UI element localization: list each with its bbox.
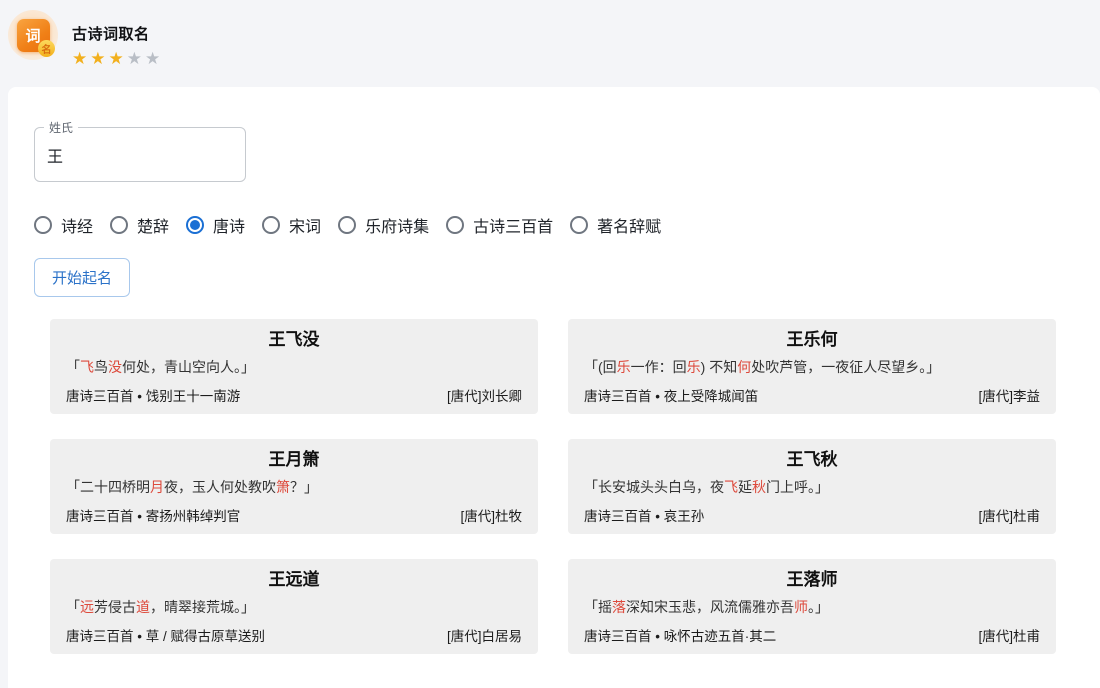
results-grid: 王飞没「飞鸟没何处，青山空向人。」唐诗三百首 • 饯别王十一南游[唐代]刘长卿王…: [8, 319, 1100, 654]
highlighted-name-char: 何: [737, 359, 751, 375]
name-card: 王月箫「二十四桥明月夜，玉人何处教吹箫？」唐诗三百首 • 寄扬州韩绰判官 [唐代]…: [50, 439, 538, 534]
main-panel: 姓氏 诗经 楚辞 唐诗 宋词 乐府诗集 古诗三百首 著名辞赋 开始起名 王飞没「飞鸟没何处，…: [8, 87, 1100, 688]
radio-selected-icon: [186, 216, 204, 234]
poem-source: 唐诗三百首 • 哀王孙: [584, 507, 704, 526]
radio-unselected-icon: [338, 216, 356, 234]
radio-label: 楚辞: [137, 213, 169, 237]
highlighted-name-char: 远: [80, 599, 94, 615]
radio-unselected-icon: [262, 216, 280, 234]
generated-name: 王落师: [584, 569, 1040, 591]
radio-label: 古诗三百首: [473, 213, 553, 237]
name-card: 王乐何「(回乐一作：回乐) 不知何处吹芦管，一夜征人尽望乡。」唐诗三百首 • 夜…: [568, 319, 1056, 414]
highlighted-name-char: 飞: [80, 359, 94, 375]
radio-category-3[interactable]: 宋词: [262, 213, 321, 237]
radio-unselected-icon: [570, 216, 588, 234]
poem-author: [唐代]杜甫: [978, 507, 1040, 526]
poem-author: [唐代]杜牧: [460, 507, 522, 526]
card-footer: 唐诗三百首 • 夜上受降城闻笛 [唐代]李益: [584, 387, 1040, 406]
radio-label: 乐府诗集: [365, 213, 429, 237]
generated-name: 王月箫: [66, 449, 522, 471]
highlighted-name-char: 箫: [276, 479, 290, 495]
highlighted-name-char: 乐: [687, 359, 701, 375]
radio-label: 宋词: [289, 213, 321, 237]
poem-quote: 「(回乐一作：回乐) 不知何处吹芦管，一夜征人尽望乡。」: [584, 357, 1040, 377]
category-radio-group: 诗经 楚辞 唐诗 宋词 乐府诗集 古诗三百首 著名辞赋: [34, 213, 1100, 237]
poem-author: [唐代]杜甫: [978, 627, 1040, 646]
poem-quote: 「远芳侵古道，晴翠接荒城。」: [66, 597, 522, 617]
poem-quote: 「长安城头头白乌，夜飞延秋门上呼。」: [584, 477, 1040, 497]
surname-field-label: 姓氏: [44, 119, 78, 136]
radio-category-4[interactable]: 乐府诗集: [338, 213, 429, 237]
poem-source: 唐诗三百首 • 夜上受降城闻笛: [584, 387, 758, 406]
star-filled-icon[interactable]: ★: [72, 49, 90, 68]
poem-author: [唐代]李益: [978, 387, 1040, 406]
card-footer: 唐诗三百首 • 饯别王十一南游 [唐代]刘长卿: [66, 387, 522, 406]
poem-source: 唐诗三百首 • 饯别王十一南游: [66, 387, 240, 406]
highlighted-name-char: 道: [136, 599, 150, 615]
card-footer: 唐诗三百首 • 草 / 赋得古原草送别 [唐代]白居易: [66, 627, 522, 646]
radio-unselected-icon: [34, 216, 52, 234]
highlighted-name-char: 乐: [617, 359, 631, 375]
radio-unselected-icon: [110, 216, 128, 234]
highlighted-name-char: 月: [150, 479, 164, 495]
radio-category-1[interactable]: 楚辞: [110, 213, 169, 237]
logo-badge-glyph: 名: [38, 40, 55, 57]
poem-source: 唐诗三百首 • 寄扬州韩绰判官: [66, 507, 240, 526]
star-filled-icon[interactable]: ★: [109, 49, 127, 68]
app-header: 词 名 古诗词取名 ★★★★★: [0, 0, 1100, 87]
name-card: 王远道「远芳侵古道，晴翠接荒城。」唐诗三百首 • 草 / 赋得古原草送别 [唐代]…: [50, 559, 538, 654]
app-logo-icon: 词 名: [8, 10, 58, 60]
poem-quote: 「二十四桥明月夜，玉人何处教吹箫？」: [66, 477, 522, 497]
poem-source: 唐诗三百首 • 草 / 赋得古原草送别: [66, 627, 265, 646]
radio-category-5[interactable]: 古诗三百首: [446, 213, 553, 237]
start-naming-button[interactable]: 开始起名: [34, 258, 130, 297]
generated-name: 王远道: [66, 569, 522, 591]
star-empty-icon[interactable]: ★: [127, 49, 145, 68]
star-filled-icon[interactable]: ★: [90, 49, 108, 68]
name-card: 王飞没「飞鸟没何处，青山空向人。」唐诗三百首 • 饯别王十一南游 [唐代]刘长卿: [50, 319, 538, 414]
radio-unselected-icon: [446, 216, 464, 234]
radio-label: 诗经: [61, 213, 93, 237]
name-card: 王飞秋「长安城头头白乌，夜飞延秋门上呼。」唐诗三百首 • 哀王孙 [唐代]杜甫: [568, 439, 1056, 534]
poem-quote: 「飞鸟没何处，青山空向人。」: [66, 357, 522, 377]
page-title: 古诗词取名: [72, 23, 163, 44]
highlighted-name-char: 没: [108, 359, 122, 375]
generated-name: 王飞没: [66, 329, 522, 351]
radio-category-2[interactable]: 唐诗: [186, 213, 245, 237]
card-footer: 唐诗三百首 • 寄扬州韩绰判官 [唐代]杜牧: [66, 507, 522, 526]
radio-label: 唐诗: [213, 213, 245, 237]
highlighted-name-char: 师: [794, 599, 808, 615]
highlighted-name-char: 飞: [724, 479, 738, 495]
radio-category-6[interactable]: 著名辞赋: [570, 213, 661, 237]
surname-field-wrap: 姓氏: [34, 127, 246, 182]
poem-quote: 「摇落深知宋玉悲，风流儒雅亦吾师。」: [584, 597, 1040, 617]
radio-label: 著名辞赋: [597, 213, 661, 237]
rating-stars[interactable]: ★★★★★: [72, 50, 163, 67]
poem-author: [唐代]白居易: [447, 627, 522, 646]
card-footer: 唐诗三百首 • 咏怀古迹五首·其二 [唐代]杜甫: [584, 627, 1040, 646]
generated-name: 王飞秋: [584, 449, 1040, 471]
radio-category-0[interactable]: 诗经: [34, 213, 93, 237]
highlighted-name-char: 落: [612, 599, 626, 615]
star-empty-icon[interactable]: ★: [145, 49, 163, 68]
generated-name: 王乐何: [584, 329, 1040, 351]
highlighted-name-char: 秋: [752, 479, 766, 495]
card-footer: 唐诗三百首 • 哀王孙 [唐代]杜甫: [584, 507, 1040, 526]
poem-author: [唐代]刘长卿: [447, 387, 522, 406]
poem-source: 唐诗三百首 • 咏怀古迹五首·其二: [584, 627, 776, 646]
name-card: 王落师「摇落深知宋玉悲，风流儒雅亦吾师。」唐诗三百首 • 咏怀古迹五首·其二 [唐…: [568, 559, 1056, 654]
